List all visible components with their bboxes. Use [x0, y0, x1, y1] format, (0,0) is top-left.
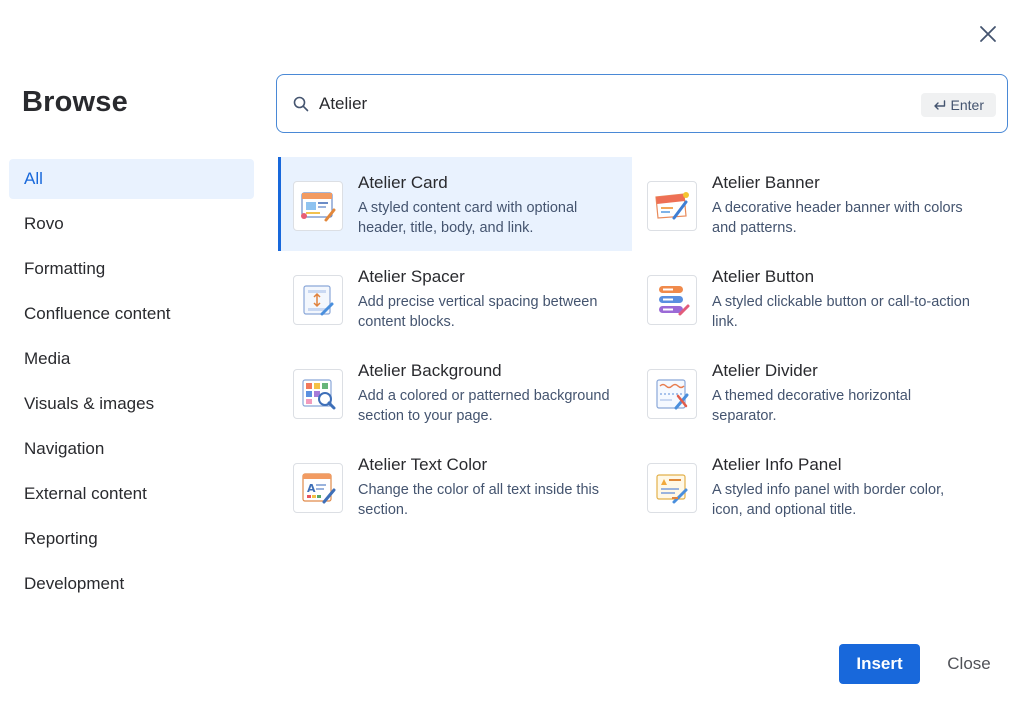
result-title: Atelier Banner [712, 173, 820, 192]
nav-item-navigation[interactable]: Navigation [9, 429, 254, 469]
result-title: Atelier Card [358, 173, 448, 192]
result-description: A styled content card with optional head… [358, 200, 578, 236]
result-atelier-background[interactable]: Atelier Background Add a colored or patt… [278, 345, 632, 439]
nav-item-external-content[interactable]: External content [9, 474, 254, 514]
divider-icon [647, 369, 697, 419]
result-description: Change the color of all text inside this… [358, 482, 599, 518]
nav-item-development[interactable]: Development [9, 564, 254, 604]
category-nav: All Rovo Formatting Confluence content M… [9, 159, 254, 609]
result-title: Atelier Background [358, 361, 502, 380]
nav-item-visuals-images[interactable]: Visuals & images [9, 384, 254, 424]
result-description: Add precise vertical spacing between con… [358, 294, 598, 330]
result-atelier-card[interactable]: Atelier Card A styled content card with … [278, 157, 632, 251]
enter-icon [933, 99, 945, 110]
result-title: Atelier Text Color [358, 455, 488, 474]
text-color-icon: A [293, 463, 343, 513]
insert-button[interactable]: Insert [839, 644, 920, 684]
result-atelier-info-panel[interactable]: Atelier Info Panel A styled info panel w… [632, 439, 986, 533]
close-dialog-button[interactable] [972, 18, 1004, 50]
result-atelier-text-color[interactable]: A Atelier Text Color Change the color of… [278, 439, 632, 533]
nav-item-formatting[interactable]: Formatting [9, 249, 254, 289]
close-button[interactable]: Close [933, 644, 1005, 684]
svg-text:A: A [307, 482, 316, 495]
close-icon [980, 26, 996, 42]
result-description: A themed decorative horizontal separator… [712, 388, 912, 424]
nav-item-rovo[interactable]: Rovo [9, 204, 254, 244]
banner-icon [647, 181, 697, 231]
result-title: Atelier Spacer [358, 267, 465, 286]
nav-item-all[interactable]: All [9, 159, 254, 199]
result-description: Add a colored or patterned background se… [358, 388, 610, 424]
result-atelier-button[interactable]: Atelier Button A styled clickable button… [632, 251, 986, 345]
button-icon [647, 275, 697, 325]
enter-hint-label: Enter [950, 97, 984, 113]
search-box: Enter [276, 74, 1008, 133]
result-title: Atelier Info Panel [712, 455, 842, 474]
search-icon [292, 95, 310, 113]
result-description: A styled clickable button or call-to-act… [712, 294, 970, 330]
info-panel-icon [647, 463, 697, 513]
result-atelier-banner[interactable]: Atelier Banner A decorative header banne… [632, 157, 986, 251]
nav-item-reporting[interactable]: Reporting [9, 519, 254, 559]
enter-hint-badge: Enter [920, 93, 996, 117]
result-description: A decorative header banner with colors a… [712, 200, 963, 236]
nav-item-media[interactable]: Media [9, 339, 254, 379]
result-title: Atelier Divider [712, 361, 818, 380]
page-title: Browse [22, 86, 128, 118]
result-atelier-divider[interactable]: Atelier Divider A themed decorative hori… [632, 345, 986, 439]
spacer-icon [293, 275, 343, 325]
card-icon [293, 181, 343, 231]
search-input[interactable] [319, 93, 879, 114]
background-icon [293, 369, 343, 419]
nav-item-confluence-content[interactable]: Confluence content [9, 294, 254, 334]
result-atelier-spacer[interactable]: Atelier Spacer Add precise vertical spac… [278, 251, 632, 345]
result-description: A styled info panel with border color, i… [712, 482, 945, 518]
result-title: Atelier Button [712, 267, 815, 286]
